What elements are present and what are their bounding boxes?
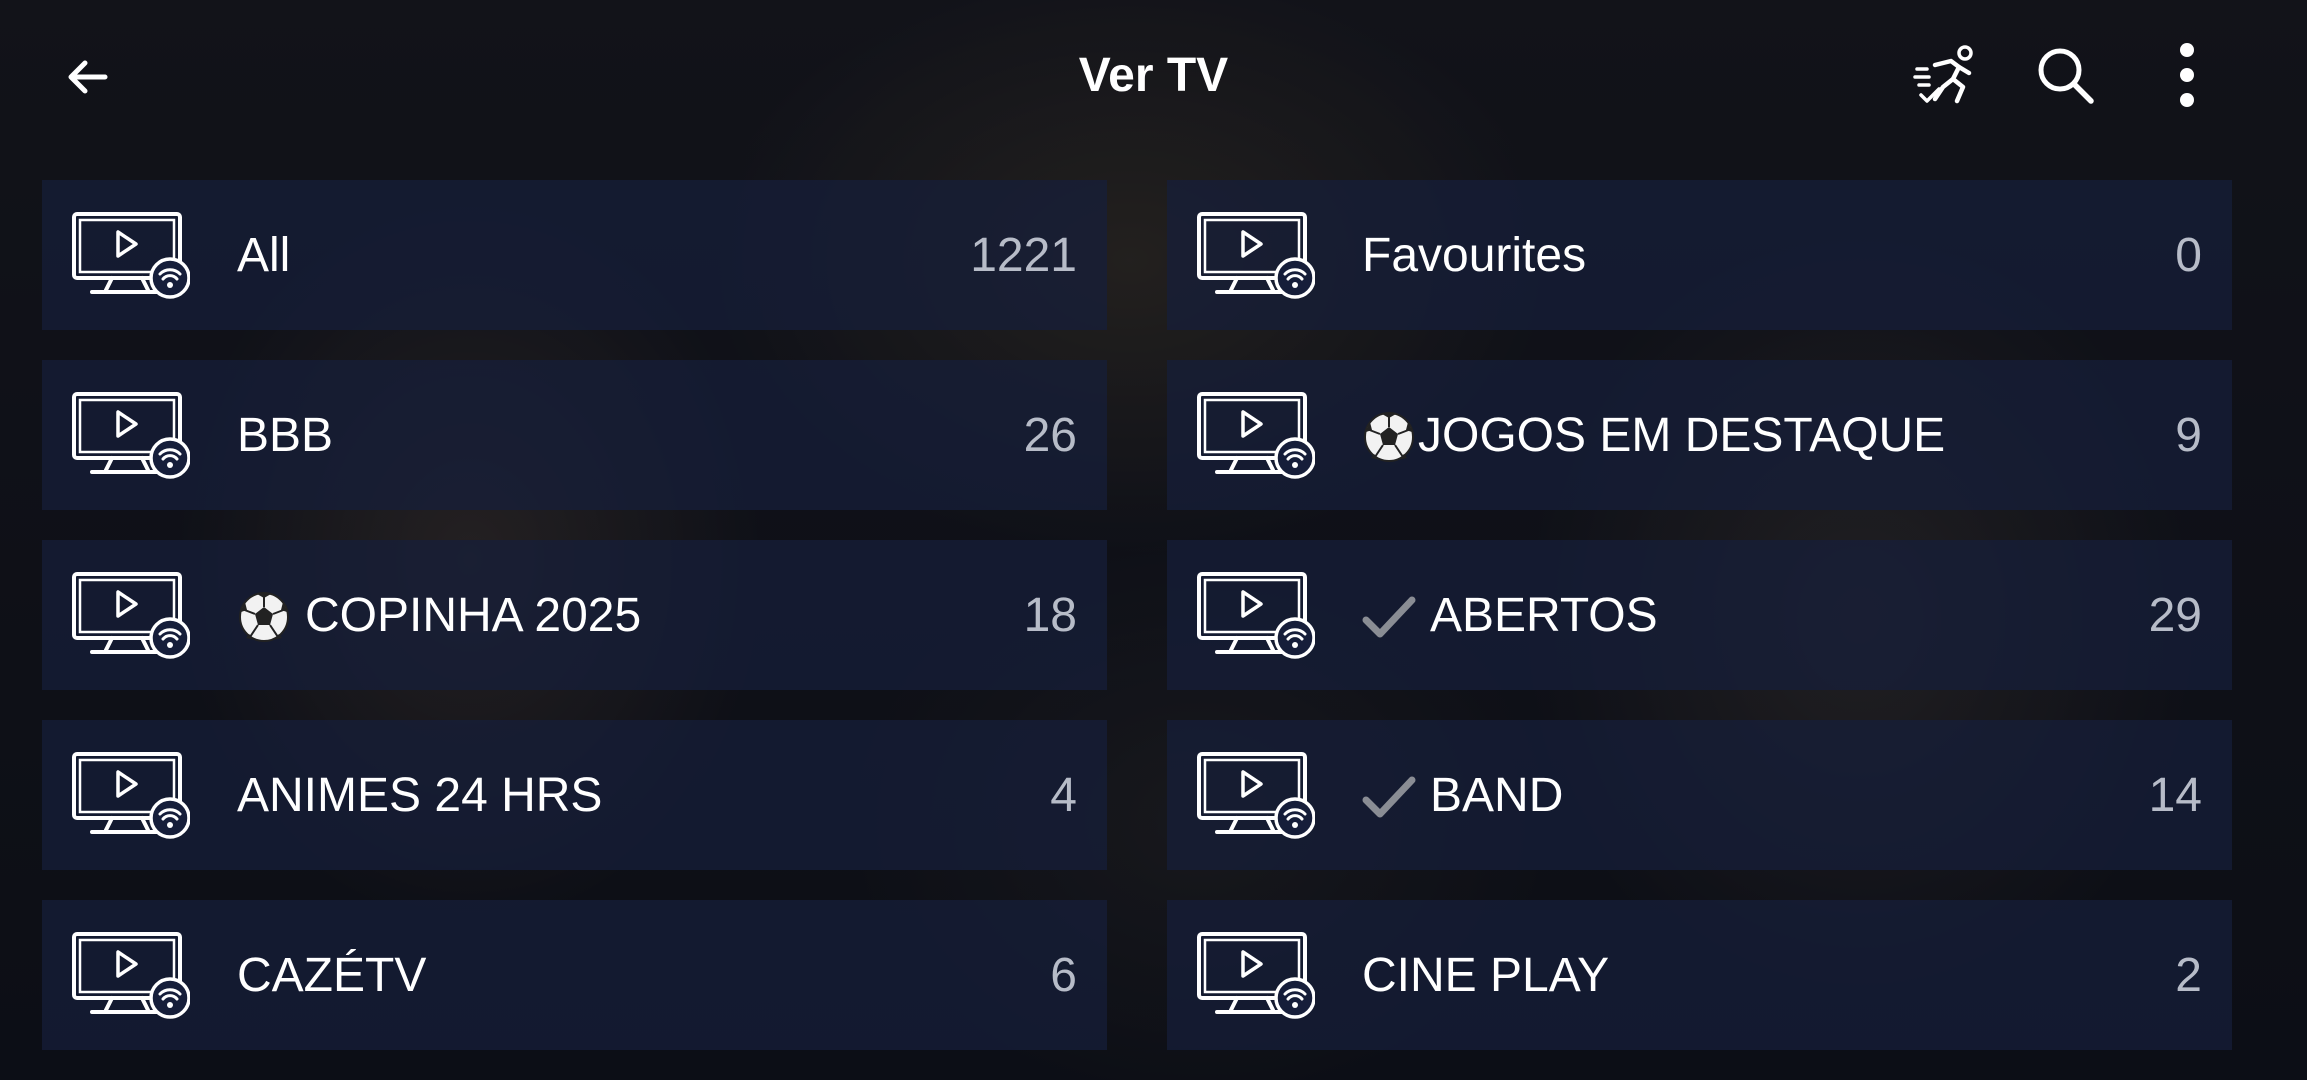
top-app-bar: Ver TV bbox=[0, 0, 2307, 150]
live-tv-icon bbox=[72, 572, 190, 659]
category-tile-band[interactable]: BAND 14 bbox=[1167, 720, 2232, 870]
category-tile-all[interactable]: All 1221 bbox=[42, 180, 1107, 330]
live-tv-icon bbox=[1197, 572, 1315, 659]
category-label: JOGOS EM DESTAQUE bbox=[1362, 360, 1945, 510]
category-count: 9 bbox=[2175, 408, 2202, 462]
category-tile-copinha-2025[interactable]: COPINHA 2025 18 bbox=[42, 540, 1107, 690]
live-tv-icon bbox=[72, 932, 190, 1019]
category-label: ANIMES 24 HRS bbox=[237, 768, 603, 822]
live-tv-icon bbox=[1197, 212, 1315, 299]
category-count: 4 bbox=[1050, 768, 1077, 822]
category-label: Favourites bbox=[1362, 228, 1587, 282]
more-vert-icon bbox=[2180, 43, 2194, 107]
category-label: All bbox=[237, 228, 291, 282]
category-count: 29 bbox=[2148, 588, 2202, 642]
category-tile-cazetv[interactable]: CAZÉTV 6 bbox=[42, 900, 1107, 1050]
category-label: CAZÉTV bbox=[237, 948, 427, 1002]
category-tile-abertos[interactable]: ABERTOS 29 bbox=[1167, 540, 2232, 690]
category-label: BAND bbox=[1362, 720, 1563, 870]
category-label: CINE PLAY bbox=[1362, 948, 1610, 1002]
category-grid: All 1221 Favourites 0 BBB 26 JOGOS EM DE… bbox=[42, 180, 2232, 1050]
live-tv-icon bbox=[1197, 932, 1315, 1019]
category-count: 26 bbox=[1023, 408, 1077, 462]
running-man-icon bbox=[1913, 45, 1973, 104]
screen: Ver TV All 1221 Favourites 0 BBB 26 JOGO… bbox=[0, 0, 2307, 1080]
soccer-ball-icon bbox=[1362, 406, 1416, 463]
category-label: ABERTOS bbox=[1362, 540, 1658, 690]
live-tv-icon bbox=[1197, 392, 1315, 479]
search-button[interactable] bbox=[2030, 40, 2100, 110]
live-tv-icon bbox=[72, 752, 190, 839]
category-label: BBB bbox=[237, 408, 334, 462]
search-icon bbox=[2038, 48, 2094, 104]
check-icon bbox=[1362, 766, 1416, 823]
category-count: 0 bbox=[2175, 228, 2202, 282]
category-tile-bbb[interactable]: BBB 26 bbox=[42, 360, 1107, 510]
category-count: 14 bbox=[2148, 768, 2202, 822]
more-options-button[interactable] bbox=[2152, 40, 2222, 110]
category-count: 2 bbox=[2175, 948, 2202, 1002]
soccer-ball-icon bbox=[237, 586, 291, 643]
running-man-button[interactable] bbox=[1910, 40, 1980, 110]
live-tv-icon bbox=[72, 392, 190, 479]
category-tile-jogos-em-destaque[interactable]: JOGOS EM DESTAQUE 9 bbox=[1167, 360, 2232, 510]
live-tv-icon bbox=[1197, 752, 1315, 839]
category-count: 1221 bbox=[970, 228, 1077, 282]
category-label: COPINHA 2025 bbox=[237, 540, 641, 690]
check-icon bbox=[1362, 586, 1416, 643]
category-tile-cine-play[interactable]: CINE PLAY 2 bbox=[1167, 900, 2232, 1050]
category-count: 18 bbox=[1023, 588, 1077, 642]
live-tv-icon bbox=[72, 212, 190, 299]
category-count: 6 bbox=[1050, 948, 1077, 1002]
category-tile-favourites[interactable]: Favourites 0 bbox=[1167, 180, 2232, 330]
category-tile-animes-24-hrs[interactable]: ANIMES 24 HRS 4 bbox=[42, 720, 1107, 870]
